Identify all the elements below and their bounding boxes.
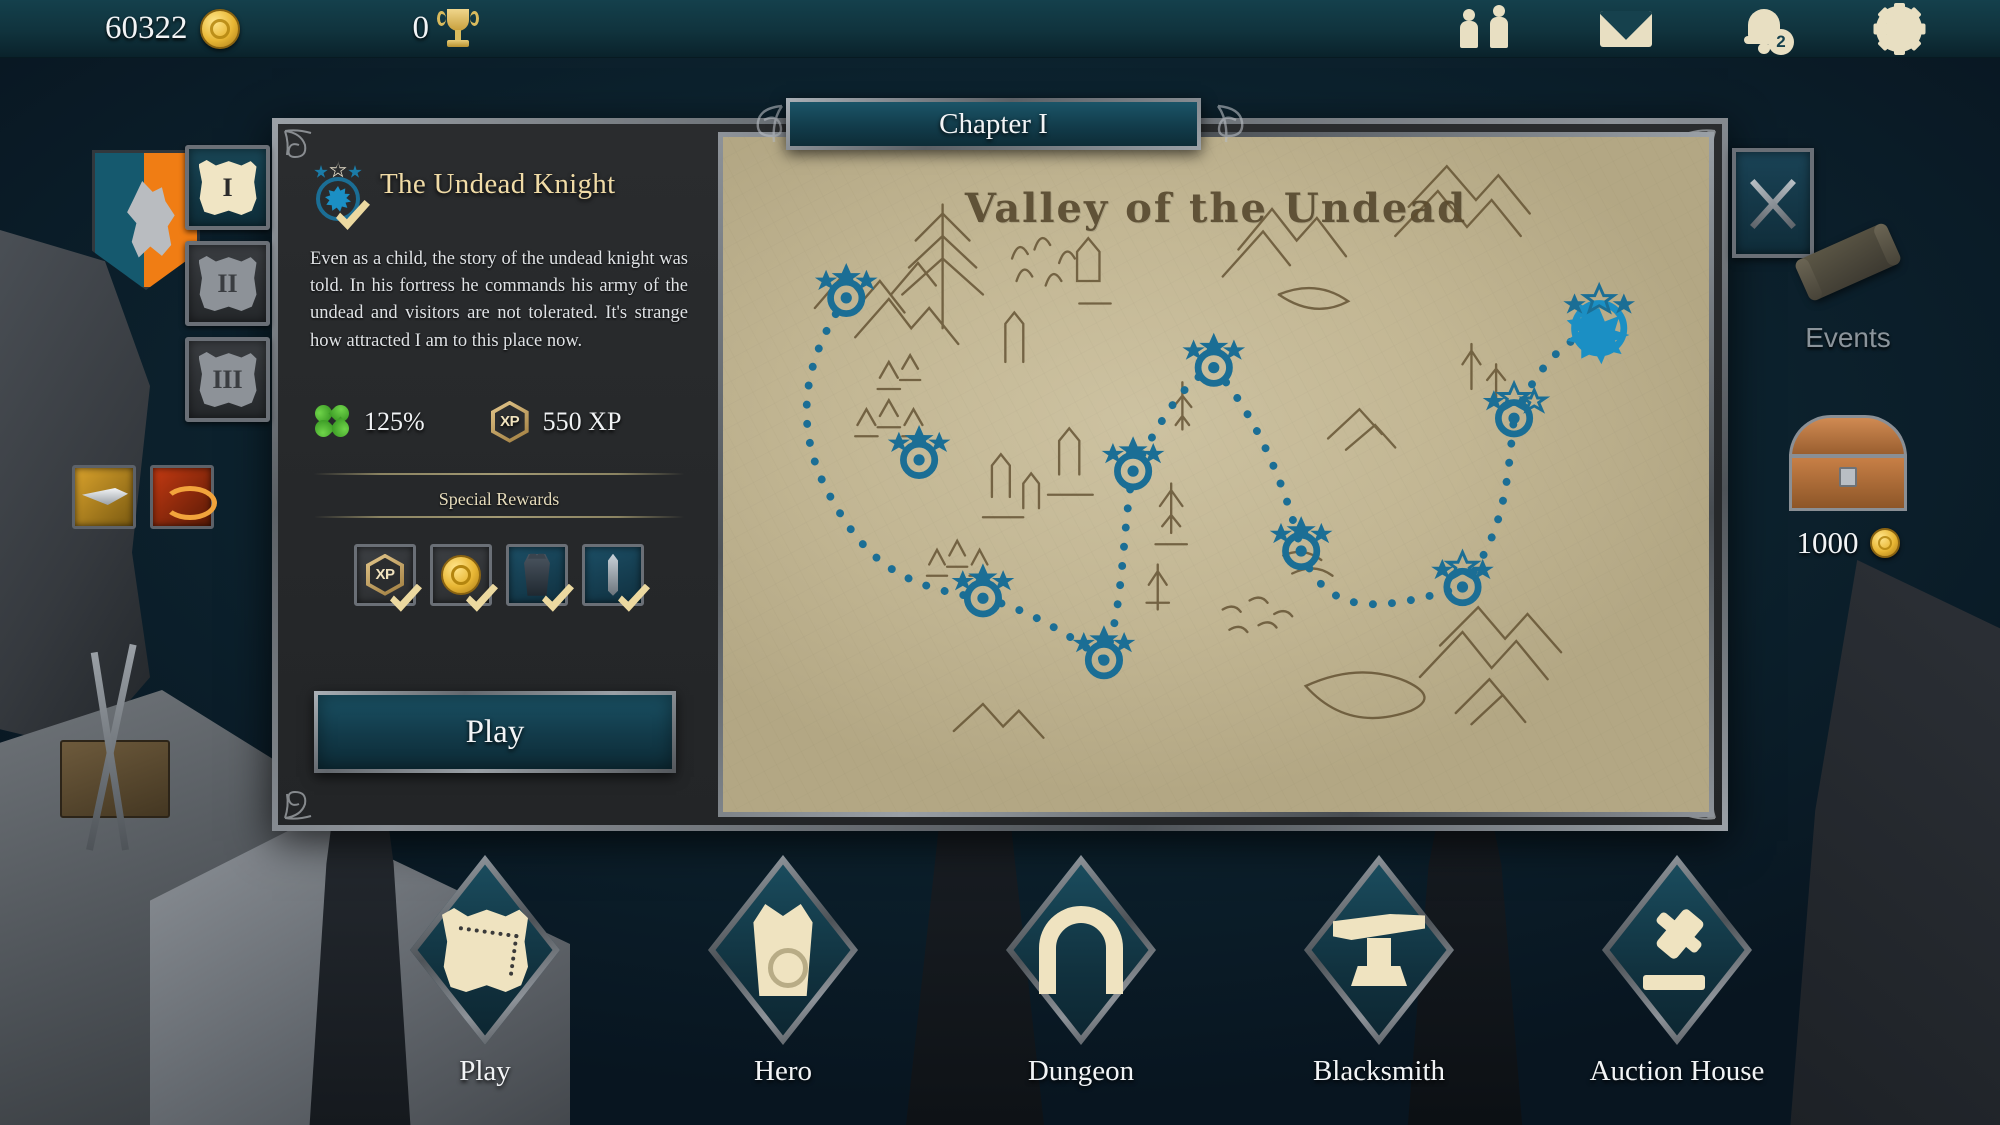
treasure-chest-button[interactable]: 1000 xyxy=(1758,415,1938,561)
reward-slot-sword[interactable] xyxy=(582,543,650,612)
sword-icon xyxy=(608,553,618,596)
nav-diamond xyxy=(410,855,560,1045)
chapter-tab-2[interactable]: II xyxy=(185,241,270,326)
xp-stat: XP 550 XP xyxy=(490,400,622,443)
play-quest-label: Play xyxy=(465,713,525,750)
nav-item-blacksmith[interactable]: Blacksmith xyxy=(1289,855,1469,1088)
armor-icon xyxy=(524,553,550,596)
gear-icon xyxy=(1873,2,1925,55)
trophy-counter[interactable]: 0 xyxy=(412,8,479,49)
chapter-tab-3[interactable]: III xyxy=(185,337,270,422)
nav-label-play: Play xyxy=(459,1055,511,1087)
special-rewards-list: XP xyxy=(310,543,688,612)
nav-diamond xyxy=(1602,855,1752,1045)
reward-slot-armor[interactable] xyxy=(506,543,574,612)
nav-item-dungeon[interactable]: Dungeon xyxy=(991,855,1171,1088)
friends-button[interactable] xyxy=(1460,4,1508,48)
notification-badge: 2 xyxy=(1768,28,1794,55)
mail-icon xyxy=(1600,10,1652,47)
nav-label-auction-house: Auction House xyxy=(1589,1055,1765,1087)
nav-label-hero: Hero xyxy=(754,1055,812,1087)
quest-title: The Undead Knight xyxy=(380,168,616,200)
luck-stat: 125% xyxy=(311,401,425,441)
chapter-tab-1[interactable]: I xyxy=(185,145,270,230)
map-icon: III xyxy=(198,352,257,407)
arch-icon xyxy=(1039,906,1123,994)
quest-stats: 125% XP 550 XP xyxy=(310,400,688,443)
reward-slot-gold[interactable] xyxy=(430,543,498,612)
nav-diamond xyxy=(1304,855,1454,1045)
nav-item-hero[interactable]: Hero xyxy=(693,855,873,1088)
star-filled-icon xyxy=(348,165,362,178)
quest-header: The Undead Knight xyxy=(310,156,688,230)
luck-value: 125% xyxy=(364,406,425,436)
chapter-tab-1-label: I xyxy=(222,172,233,202)
divider xyxy=(314,472,684,475)
chest-price-value: 1000 xyxy=(1796,525,1859,560)
bottom-navigation: Play Hero Dungeon Blacksmith Auction Hou… xyxy=(0,855,2000,1125)
coin-icon xyxy=(199,8,240,49)
map-icon xyxy=(442,908,528,992)
nav-diamond xyxy=(708,855,858,1045)
events-label: Events xyxy=(1805,322,1891,353)
quest-details: The Undead Knight Even as a child, the s… xyxy=(278,124,718,825)
nav-diamond xyxy=(1006,855,1156,1045)
nav-label-dungeon: Dungeon xyxy=(1027,1055,1135,1087)
chapter-banner: Chapter I xyxy=(786,98,1201,150)
chapter-tab-3-label: III xyxy=(212,364,243,394)
quest-map[interactable]: Valley of the Undead xyxy=(718,132,1714,817)
coin-icon xyxy=(1869,528,1900,558)
special-rewards-title: Special Rewards xyxy=(438,488,560,509)
events-button[interactable]: Events xyxy=(1758,222,1938,354)
top-status-bar: 60322 0 2 xyxy=(0,0,2000,58)
gold-coin-icon xyxy=(441,554,481,595)
quest-rank-badge xyxy=(310,161,370,230)
map-graphics xyxy=(802,164,1636,739)
nav-item-auction-house[interactable]: Auction House xyxy=(1587,855,1767,1088)
trophy-amount: 0 xyxy=(412,10,430,46)
ornament-scroll-icon xyxy=(1208,102,1252,146)
item-slot-1[interactable] xyxy=(72,465,136,529)
friends-icon xyxy=(1460,4,1508,48)
gold-amount: 60322 xyxy=(105,10,188,46)
notifications-button[interactable]: 2 xyxy=(1744,7,1794,55)
map-icon: I xyxy=(198,160,257,215)
gavel-icon xyxy=(1633,907,1721,992)
wolf-emblem-icon xyxy=(127,181,175,258)
chapter-tab-list: I II III xyxy=(185,145,270,422)
chest-price: 1000 xyxy=(1758,525,1938,561)
xp-hex-icon: XP xyxy=(490,400,529,443)
xp-value: 550 XP xyxy=(542,406,622,436)
crossed-swords-icon xyxy=(1745,175,1801,231)
trophy-icon xyxy=(437,8,479,49)
gold-counter[interactable]: 60322 xyxy=(105,8,240,49)
quest-description: Even as a child, the story of the undead… xyxy=(310,249,688,351)
item-slot-2[interactable] xyxy=(150,465,217,529)
nav-item-play[interactable]: Play xyxy=(395,855,575,1088)
anvil-icon xyxy=(1333,914,1425,986)
chapter-tab-2-label: II xyxy=(217,268,238,298)
nav-label-blacksmith: Blacksmith xyxy=(1312,1055,1446,1087)
reward-slot-xp[interactable]: XP xyxy=(354,543,422,612)
divider xyxy=(314,515,684,518)
chapter-banner-label: Chapter I xyxy=(939,107,1048,140)
starburst-icon xyxy=(325,186,351,212)
clover-icon xyxy=(311,401,353,441)
mail-button[interactable] xyxy=(1600,10,1652,47)
treasure-chest-icon xyxy=(1789,415,1907,511)
star-filled-icon xyxy=(314,165,328,178)
xp-hex-icon: XP xyxy=(366,553,404,596)
map-icon: II xyxy=(198,256,257,311)
checkmark-icon xyxy=(618,583,650,612)
settings-button[interactable] xyxy=(1873,2,1925,55)
play-quest-button[interactable]: Play xyxy=(314,691,676,773)
quest-map-panel: The Undead Knight Even as a child, the s… xyxy=(272,118,1728,831)
